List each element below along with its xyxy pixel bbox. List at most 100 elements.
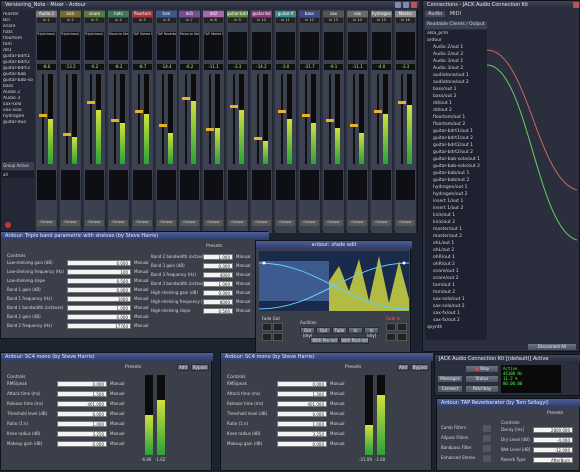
connection-client-item[interactable]: ohL/out 1 bbox=[427, 240, 487, 247]
automation-mode[interactable]: Manual bbox=[110, 431, 125, 436]
maximize-icon[interactable] bbox=[403, 2, 409, 8]
automation-mode[interactable]: Manual bbox=[110, 391, 125, 396]
plugin-slot[interactable]: TAP Reverberator bbox=[157, 32, 176, 36]
connection-client-item[interactable]: hydrogen/out 2 bbox=[427, 191, 487, 198]
strip-output-button[interactable]: Output bbox=[61, 220, 80, 226]
plugin-box[interactable]: Triple band para... bbox=[61, 32, 80, 60]
fader-knob[interactable] bbox=[182, 97, 190, 100]
strip-name[interactable]: kick bbox=[60, 11, 81, 17]
gain-readout[interactable]: -6.2 bbox=[85, 64, 104, 70]
strip-input-button[interactable]: in 5 bbox=[133, 18, 152, 23]
connection-client-item[interactable]: snare/out 2 bbox=[427, 275, 487, 282]
plugin-box[interactable] bbox=[348, 32, 367, 60]
strip-name[interactable]: tom bbox=[156, 11, 177, 17]
fade-shape-button[interactable] bbox=[397, 323, 407, 331]
fader-knob[interactable] bbox=[254, 137, 262, 140]
strip-input-button[interactable]: in 16 bbox=[396, 18, 415, 23]
connection-client-item[interactable]: audiotone/out 1 bbox=[427, 72, 487, 79]
gain-readout[interactable]: -3.3 bbox=[228, 64, 247, 70]
param-value-field[interactable]: -12.000 bbox=[533, 447, 573, 453]
minimize-icon[interactable] bbox=[395, 2, 401, 8]
fader-knob[interactable] bbox=[350, 124, 358, 127]
strip-name[interactable]: dd2 bbox=[203, 11, 224, 17]
automation-mode[interactable]: Manual bbox=[134, 269, 149, 274]
strip-output-button[interactable]: Output bbox=[204, 220, 223, 226]
mixer-titlebar[interactable]: Versioning_Note - Mixer - Ardour bbox=[1, 1, 419, 9]
panner[interactable] bbox=[180, 170, 199, 200]
panner[interactable] bbox=[133, 170, 152, 200]
group-row[interactable]: all bbox=[2, 171, 34, 178]
close-icon[interactable] bbox=[411, 2, 417, 8]
strip-output-button[interactable]: Output bbox=[85, 220, 104, 226]
strip-output-button[interactable]: Output bbox=[348, 220, 367, 226]
connection-client-item[interactable]: tom/out 2 bbox=[427, 289, 487, 296]
gain-readout[interactable]: -8.3 bbox=[109, 64, 128, 70]
plugin-box[interactable] bbox=[276, 32, 295, 60]
audition-roll-button[interactable]: With Pre-roll bbox=[310, 337, 339, 344]
gain-readout[interactable]: -11.1 bbox=[348, 64, 367, 70]
strip-input-button[interactable]: in 14 bbox=[348, 18, 367, 23]
param-value-field[interactable]: 2800.000 bbox=[533, 427, 573, 433]
strip-input-button[interactable]: in 10 bbox=[252, 18, 271, 23]
automation-mode[interactable]: Manual bbox=[134, 314, 149, 319]
strip-input-button[interactable]: in 3 bbox=[85, 18, 104, 23]
gain-readout[interactable]: -14.2 bbox=[252, 64, 271, 70]
plugin-slot[interactable]: Triple band para... bbox=[61, 32, 80, 36]
automation-mode[interactable]: Manual bbox=[330, 401, 345, 406]
connection-client-item[interactable]: alsa_pcm bbox=[427, 30, 487, 37]
strip-name[interactable]: dd1 bbox=[179, 11, 200, 17]
connection-client-item[interactable]: guitar-bdrt1/out 1 bbox=[427, 128, 487, 135]
fade-shape-button[interactable] bbox=[386, 333, 396, 341]
automation-mode[interactable]: Manual bbox=[236, 299, 251, 304]
fade-shape-button[interactable] bbox=[397, 333, 407, 341]
param-value-field[interactable]: 17760 bbox=[67, 323, 131, 329]
param-value-field[interactable]: 401.000 bbox=[57, 401, 107, 407]
param-value-field[interactable]: 1.500 bbox=[57, 391, 107, 397]
plugin-box[interactable]: Triple band para... bbox=[85, 32, 104, 60]
plugin-slot[interactable]: Mono to Stereo bbox=[180, 32, 199, 36]
panner[interactable] bbox=[157, 170, 176, 200]
fade-shape-button[interactable] bbox=[273, 323, 283, 331]
connection-client-item[interactable]: guitar-bab/out 1 bbox=[427, 170, 487, 177]
automation-mode[interactable]: Manual bbox=[110, 401, 125, 406]
connection-client-item[interactable]: bass/out 1 bbox=[427, 86, 487, 93]
audition-button[interactable]: In bbox=[348, 327, 363, 334]
param-value-field[interactable]: 0.000 bbox=[277, 381, 327, 387]
stop-button[interactable]: ■ Stop bbox=[465, 365, 499, 373]
automation-mode[interactable]: Manual bbox=[236, 281, 251, 286]
param-value-field[interactable]: 0.000 bbox=[57, 411, 107, 417]
bypass-button[interactable]: Bypass bbox=[411, 364, 429, 371]
param-value-field[interactable]: 1.000 bbox=[203, 281, 233, 287]
strip-input-button[interactable]: in 2 bbox=[61, 18, 80, 23]
automation-mode[interactable]: Manual bbox=[134, 278, 149, 283]
connection-client-item[interactable]: master/out 2 bbox=[427, 233, 487, 240]
panner[interactable] bbox=[252, 170, 271, 200]
connection-client-item[interactable]: sax-solo/out 1 bbox=[427, 296, 487, 303]
param-value-field[interactable]: 0.000 bbox=[57, 441, 107, 447]
audition-button[interactable]: In (dry) bbox=[364, 327, 379, 338]
plugin-slot[interactable]: Triple band para... bbox=[37, 32, 56, 36]
panner[interactable] bbox=[204, 170, 223, 200]
connection-client-item[interactable]: guitar-bab-solo/out 1 bbox=[427, 156, 487, 163]
automation-mode[interactable]: Manual bbox=[134, 296, 149, 301]
fader-knob[interactable] bbox=[230, 105, 238, 108]
jack-titlebar[interactable]: JACK Audio Connection Kit [(default)] Ac… bbox=[435, 355, 580, 363]
connection-client-item[interactable]: kick/out 2 bbox=[427, 219, 487, 226]
gain-readout[interactable]: -14.4 bbox=[157, 64, 176, 70]
plugin-box[interactable]: Mono to Stereo bbox=[109, 32, 128, 60]
plugin-box[interactable]: TAP Stereo Ech bbox=[133, 32, 152, 60]
strip-name[interactable]: snare bbox=[84, 11, 105, 17]
strip-output-button[interactable]: Output bbox=[276, 220, 295, 226]
gain-readout[interactable]: -3.0 bbox=[276, 64, 295, 70]
param-value-field[interactable]: 1.000 bbox=[203, 254, 233, 260]
connection-client-item[interactable]: floortom/out 1 bbox=[427, 114, 487, 121]
toggle-button[interactable] bbox=[483, 455, 491, 462]
strip-input-button[interactable]: in 11 bbox=[276, 18, 295, 23]
param-value-field[interactable]: 4000 bbox=[203, 272, 233, 278]
strip-input-button[interactable]: in 7 bbox=[180, 18, 199, 23]
automation-mode[interactable]: Manual bbox=[236, 290, 251, 295]
automation-mode[interactable]: Manual bbox=[236, 254, 251, 259]
connection-client-item[interactable]: ohR/out 1 bbox=[427, 254, 487, 261]
bypass-button[interactable]: Bypass bbox=[191, 364, 209, 371]
fade-shape-button[interactable] bbox=[273, 333, 283, 341]
